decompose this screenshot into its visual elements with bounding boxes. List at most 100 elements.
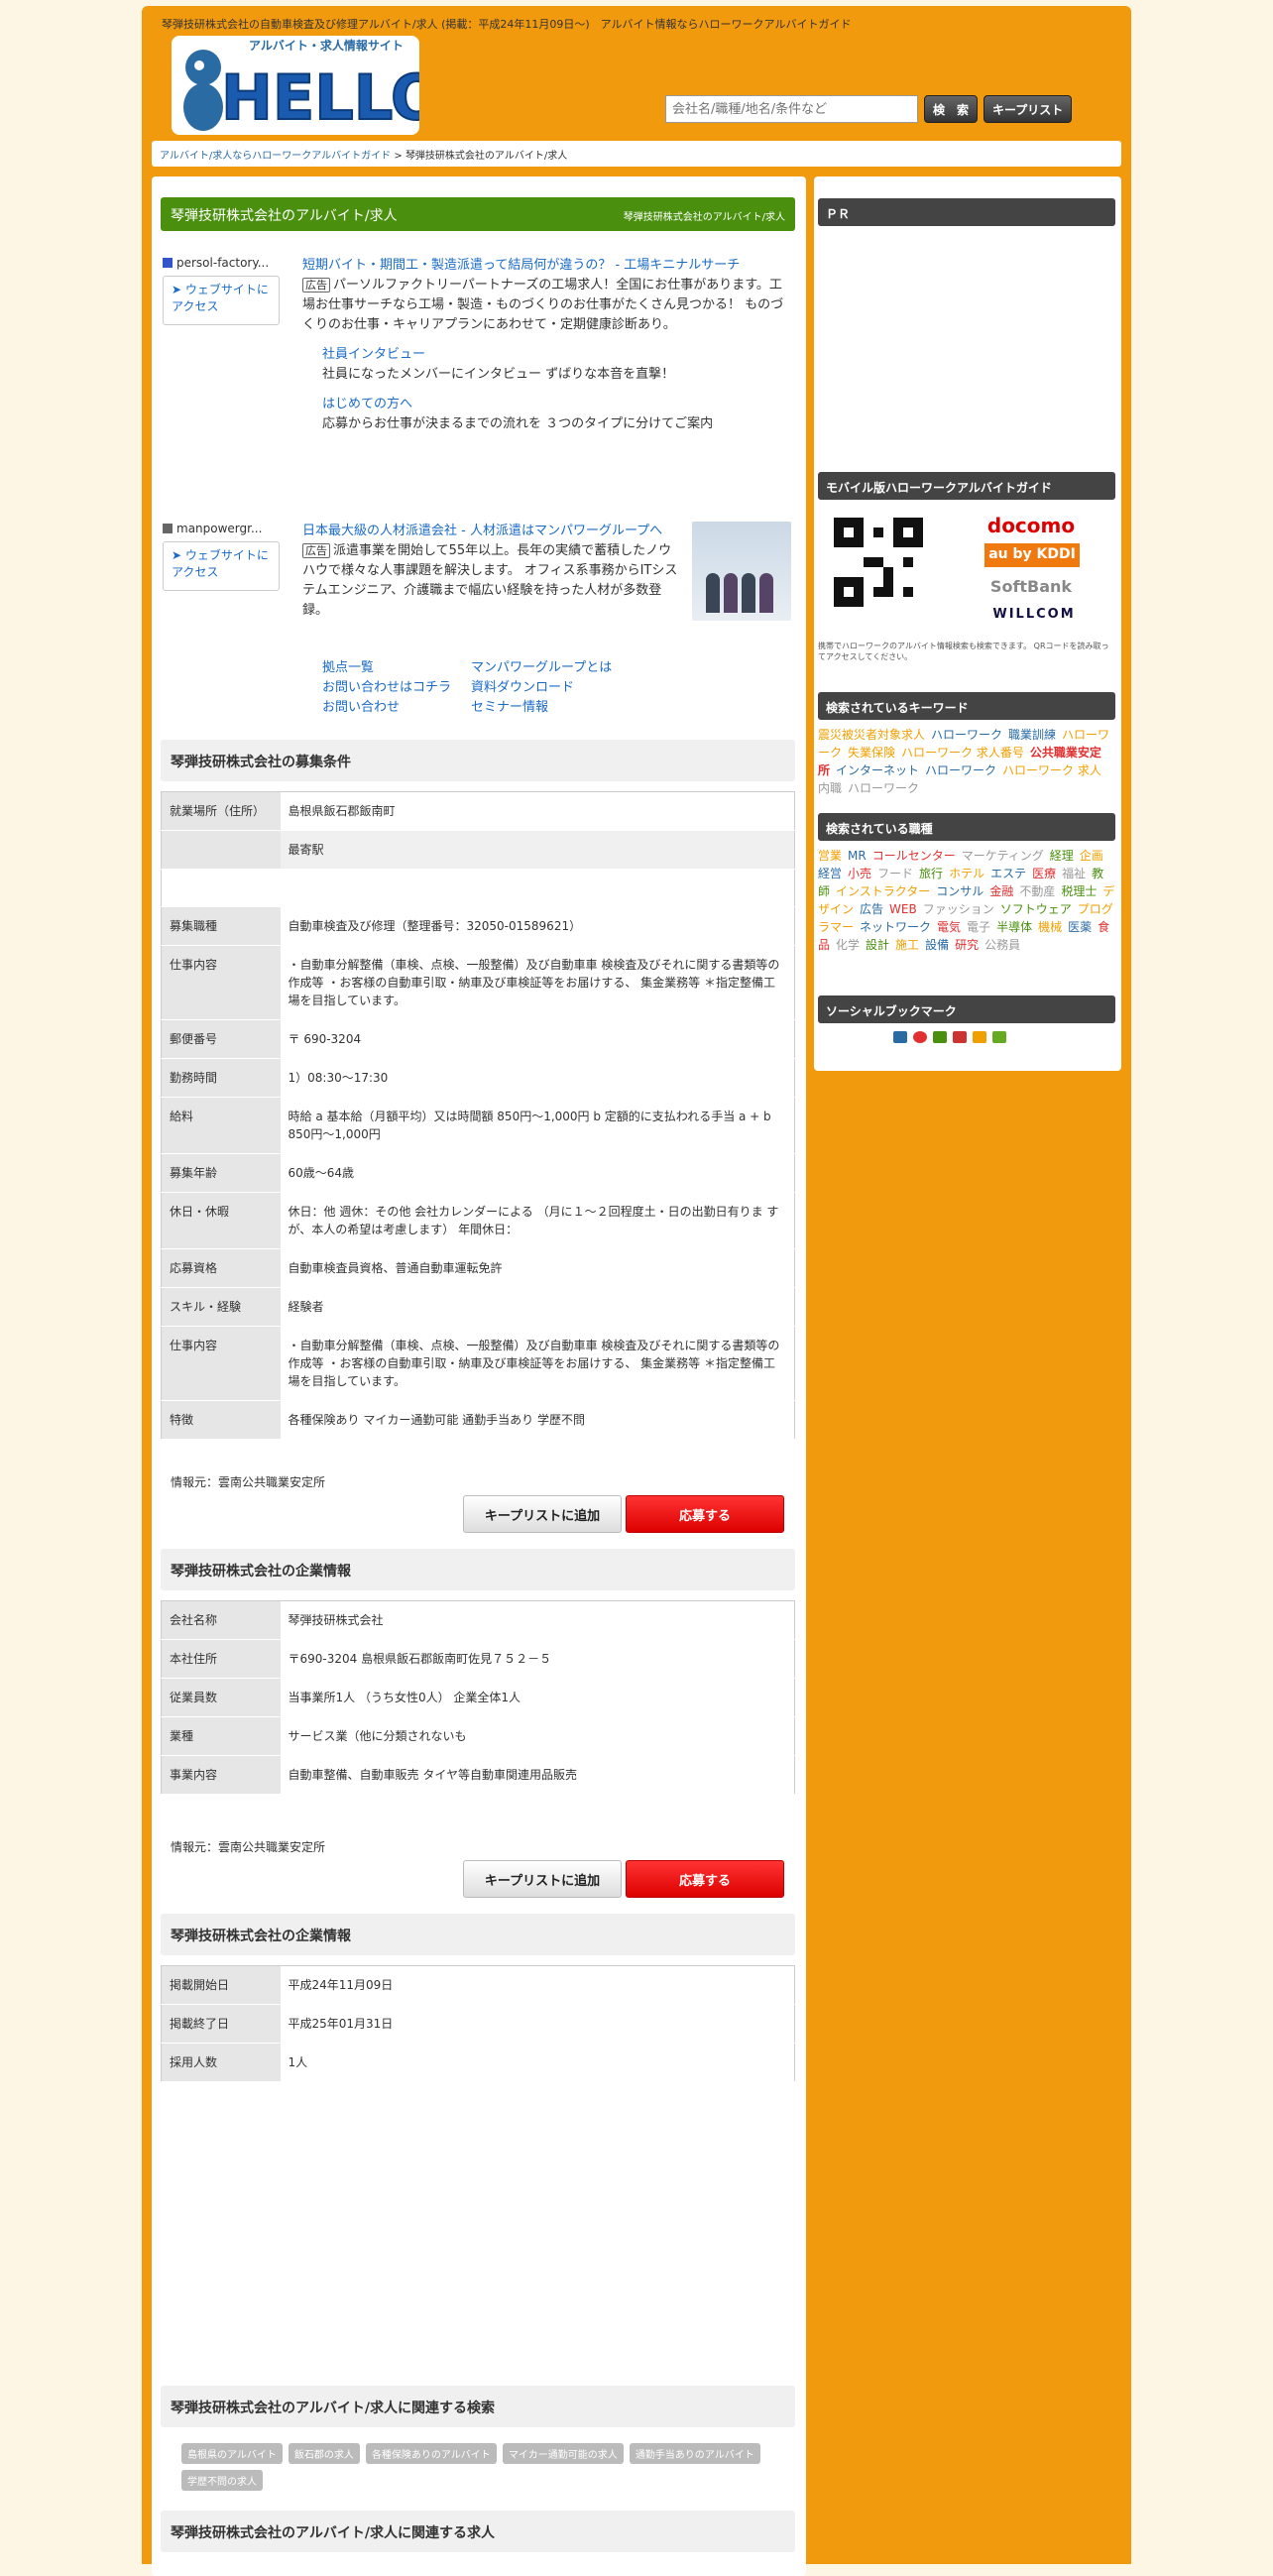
job-category-link[interactable]: 福祉 <box>1062 867 1086 880</box>
ad-title-link[interactable]: 日本最大級の人材派遣会社 - 人材派遣はマンパワーグループへ <box>302 522 684 541</box>
keyword-link[interactable]: ハローワーク <box>848 781 919 795</box>
buzzurl-icon[interactable] <box>953 1031 967 1043</box>
related-tag[interactable]: 各種保険ありのアルバイト <box>365 2443 497 2464</box>
job-category-link[interactable]: 不動産 <box>1019 884 1055 898</box>
delicious-icon[interactable] <box>973 1031 986 1043</box>
ad-sitelink[interactable]: お問い合わせはコチラ <box>322 678 471 698</box>
related-tag[interactable]: 通勤手当ありのアルバイト <box>629 2443 760 2464</box>
job-category-link[interactable]: コールセンター <box>872 849 956 863</box>
job-category-link[interactable]: 設備 <box>925 938 949 952</box>
keeplist-add-button[interactable]: キープリストに追加 <box>463 1860 622 1898</box>
keyword-link[interactable]: ハローワーク <box>931 728 1002 742</box>
job-category-link[interactable]: インストラクター <box>836 884 930 898</box>
job-category-link[interactable]: 金融 <box>989 884 1013 898</box>
breadcrumb-home-link[interactable]: アルバイト/求人ならハローワークアルバイトガイド <box>160 151 391 162</box>
related-tag[interactable]: マイカー通勤可能の求人 <box>502 2443 624 2464</box>
search-button[interactable]: 検 索 <box>924 95 979 123</box>
related-tag[interactable]: 学歴不問の求人 <box>181 2470 263 2491</box>
related-tag[interactable]: 飯石郡の求人 <box>288 2443 360 2464</box>
ad-sublink-title[interactable]: はじめての方へ <box>322 395 793 414</box>
hello-logo[interactable]: アルバイト・求人情報サイト HELLO!! <box>172 36 419 135</box>
job-category-link[interactable]: 半導体 <box>996 920 1032 934</box>
ad-source[interactable]: persol-factory... <box>163 256 282 270</box>
page-top-text: 琴弾技研株式会社の自動車検査及び修理アルバイト/求人 (掲載：平成24年11月0… <box>162 18 852 31</box>
hatena-icon[interactable] <box>893 1031 907 1043</box>
ad-visit-button[interactable]: ➤ ウェブサイトにアクセス <box>163 541 280 591</box>
keyword-link[interactable]: ハローワーク 求人番号 <box>901 746 1024 760</box>
page-frame: 琴弾技研株式会社の自動車検査及び修理アルバイト/求人 (掲載：平成24年11月0… <box>142 6 1131 2576</box>
ad-sitelink[interactable]: 資料ダウンロード <box>471 678 639 698</box>
job-category-link[interactable]: 経営 <box>818 867 842 880</box>
keeplist-button[interactable]: キープリスト <box>984 95 1073 123</box>
table-row: 従業員数 当事業所1人 （うち女性0人） 企業全体1人 <box>161 1678 795 1717</box>
ad-sublink-title[interactable]: 社員インタビュー <box>322 345 793 365</box>
keyword-link[interactable]: 震災被災者対象求人 <box>818 728 925 742</box>
softbank-logo[interactable]: SoftBank <box>979 577 1084 596</box>
job-category-link[interactable]: 電子 <box>967 920 990 934</box>
job-category-link[interactable]: 小売 <box>848 867 871 880</box>
job-category-link[interactable]: コンサル <box>936 884 984 898</box>
job-category-link[interactable]: マーケティング <box>962 849 1044 863</box>
job-category-link[interactable]: 化学 <box>836 938 860 952</box>
ad-sitelink[interactable]: マンパワーグループとは <box>471 658 639 678</box>
apply-button[interactable]: 応募する <box>626 1495 784 1533</box>
job-category-link[interactable]: 税理士 <box>1061 884 1097 898</box>
ad-sitelink[interactable]: 拠点一覧 <box>322 658 471 678</box>
table-row: 会社名称 琴弾技研株式会社 <box>161 1600 795 1640</box>
ad-title-link[interactable]: 短期バイト・期間工・製造派遣って結局何が違うの？ - 工場キニナルサーチ <box>302 256 793 276</box>
job-category-link[interactable]: MR <box>848 849 867 863</box>
au-logo[interactable]: au by KDDI <box>984 543 1080 567</box>
job-category-link[interactable]: ホテル <box>949 867 984 880</box>
table-row <box>161 869 795 907</box>
breadcrumb-separator: > <box>394 151 403 162</box>
job-category-link[interactable]: 経理 <box>1050 849 1074 863</box>
table-row: 本社住所 〒690-3204 島根県飯石郡飯南町佐見７５２－５ <box>161 1639 795 1679</box>
jobs-heading: 検索されている職種 <box>818 813 1115 841</box>
apply-button[interactable]: 応募する <box>626 1860 784 1898</box>
willcom-logo[interactable]: WILLCOM <box>965 607 1103 622</box>
job-category-link[interactable]: 機械 <box>1038 920 1062 934</box>
job-category-link[interactable]: 研究 <box>955 938 979 952</box>
job-category-link[interactable]: 営業 <box>818 849 842 863</box>
job-category-link[interactable]: ネットワーク <box>860 920 931 934</box>
job-category-link[interactable]: 医療 <box>1032 867 1056 880</box>
job-category-link[interactable]: 施工 <box>895 938 919 952</box>
keyword-link[interactable]: 内職 <box>818 781 842 795</box>
job-category-link[interactable]: 旅行 <box>919 867 943 880</box>
table-row: 掲載開始日 平成24年11月09日 <box>161 1965 795 2005</box>
ad-sitelink[interactable]: セミナー情報 <box>471 698 639 718</box>
job-category-link[interactable]: ファッション <box>923 902 994 916</box>
table-row: 休日・休暇 休日：他 週休：その他 会社カレンダーによる （月に１～２回程度土・日… <box>161 1192 795 1249</box>
ad-source[interactable]: manpowergr... <box>163 522 282 535</box>
keyword-link[interactable]: インターネット <box>836 763 919 777</box>
job-category-link[interactable]: フード <box>877 867 913 880</box>
table-row: 採用人数 1人 <box>161 2043 795 2082</box>
related-tag[interactable]: 島根県のアルバイト <box>181 2443 283 2464</box>
search-input[interactable] <box>665 95 918 123</box>
ad-sublink: 社員インタビュー 社員になったメンバーにインタビュー ずばりな本音を直撃！ <box>322 345 793 385</box>
ad-sitelink[interactable]: お問い合わせ <box>322 698 471 718</box>
job-category-link[interactable]: 設計 <box>866 938 889 952</box>
job-category-link[interactable]: ソフトウェア <box>1000 902 1072 916</box>
page-title: 琴弾技研株式会社のアルバイト/求人 琴弾技研株式会社のアルバイト/求人 <box>161 197 795 231</box>
keyword-link[interactable]: ハローワーク <box>925 763 996 777</box>
keyword-link[interactable]: 職業訓練 <box>1008 728 1056 742</box>
job-category-link[interactable]: 企画 <box>1080 849 1103 863</box>
docomo-logo[interactable]: docomo <box>979 514 1084 537</box>
job-category-link[interactable]: エステ <box>990 867 1026 880</box>
ad-photo[interactable] <box>692 522 791 621</box>
nifty-icon[interactable] <box>992 1031 1006 1043</box>
keeplist-add-button[interactable]: キープリストに追加 <box>463 1495 622 1533</box>
keyword-link[interactable]: ハローワーク 求人 <box>1002 763 1101 777</box>
job-category-link[interactable]: 医薬 <box>1068 920 1092 934</box>
google-icon[interactable] <box>933 1031 947 1043</box>
livedoor-icon[interactable] <box>913 1031 927 1043</box>
job-category-link[interactable]: 広告 <box>860 902 883 916</box>
job-category-link[interactable]: 公務員 <box>984 938 1020 952</box>
keyword-link[interactable]: 失業保険 <box>848 746 895 760</box>
job-category-link[interactable]: WEB <box>889 902 917 916</box>
job-category-link[interactable]: 電気 <box>937 920 961 934</box>
main-content: 琴弾技研株式会社のアルバイト/求人 琴弾技研株式会社のアルバイト/求人 pers… <box>152 176 806 2576</box>
ad-visit-button[interactable]: ➤ ウェブサイトにアクセス <box>163 276 280 325</box>
ad-block: persol-factory... ➤ ウェブサイトにアクセス 短期バイト・期間… <box>163 256 797 494</box>
